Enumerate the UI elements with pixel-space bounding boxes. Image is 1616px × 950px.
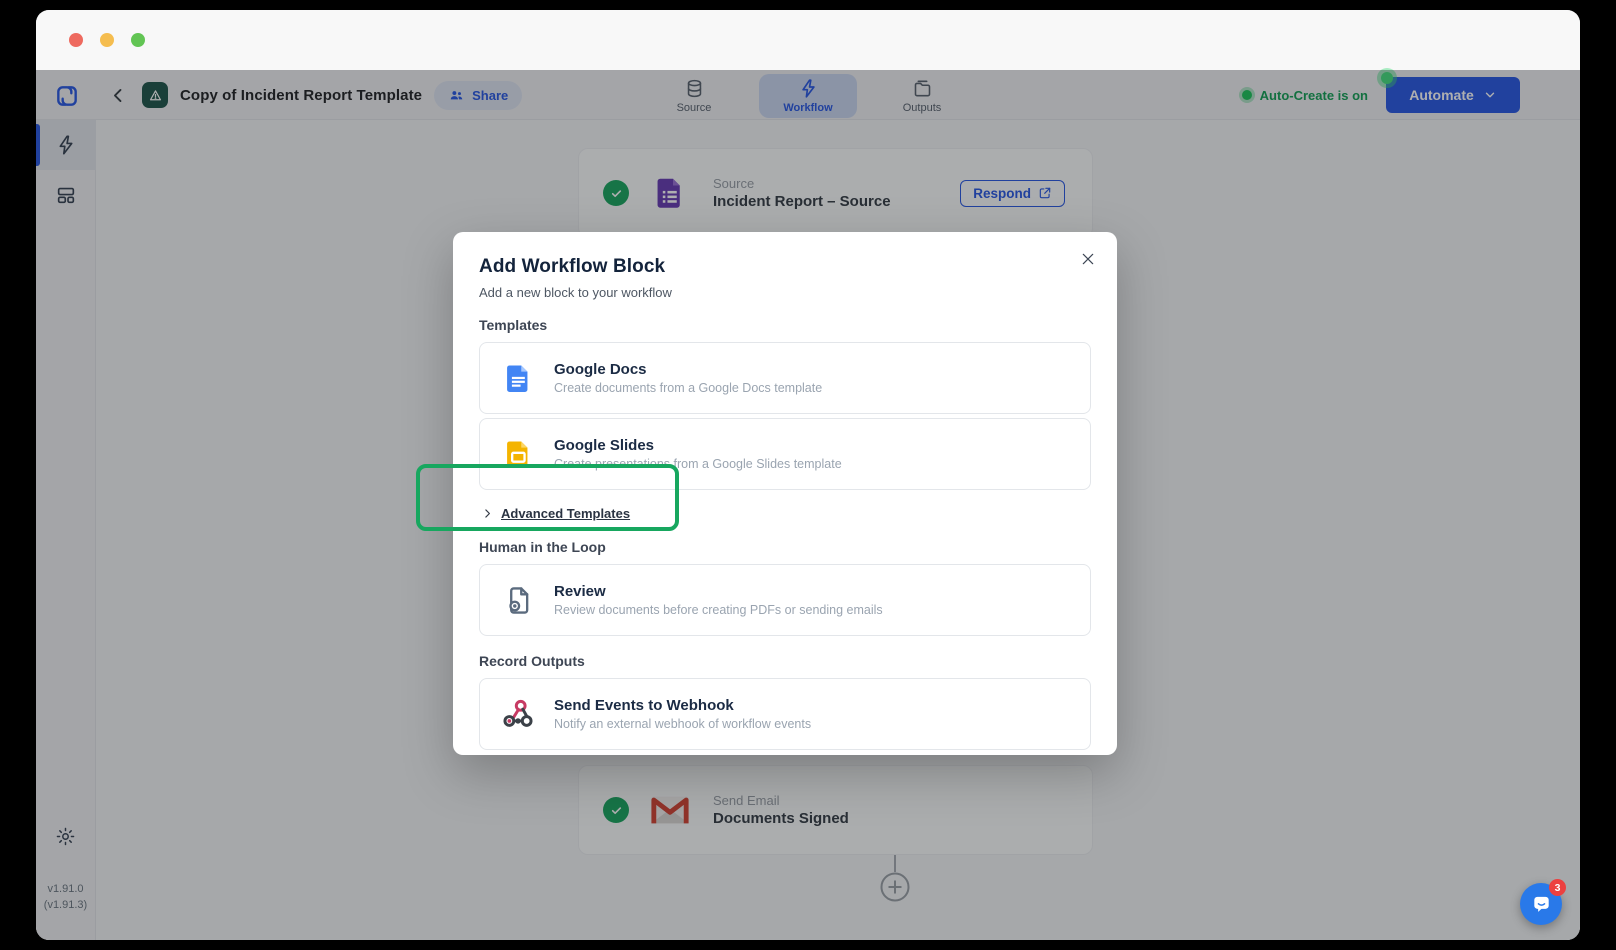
window-controls — [69, 33, 145, 47]
card-title: Google Docs — [554, 361, 822, 378]
card-title: Send Events to Webhook — [554, 697, 811, 714]
google-docs-icon — [500, 362, 536, 395]
card-description: Notify an external webhook of workflow e… — [554, 717, 811, 731]
card-text: Google Docs Create documents from a Goog… — [554, 361, 822, 395]
card-text: Google Slides Create presentations from … — [554, 437, 842, 471]
review-icon — [500, 584, 536, 617]
chat-launcher-button[interactable]: 3 — [1520, 883, 1562, 925]
close-icon[interactable] — [1077, 248, 1099, 270]
chevron-right-icon — [481, 507, 494, 520]
card-review[interactable]: Review Review documents before creating … — [479, 564, 1091, 636]
template-card-google-slides[interactable]: Google Slides Create presentations from … — [479, 418, 1091, 490]
card-title: Google Slides — [554, 437, 842, 454]
add-workflow-block-modal: Add Workflow Block Add a new block to yo… — [453, 232, 1117, 755]
chat-bubble-icon — [1530, 893, 1553, 916]
modal-title: Add Workflow Block — [479, 256, 1091, 278]
card-send-events-webhook[interactable]: Send Events to Webhook Notify an externa… — [479, 678, 1091, 750]
chat-unread-badge: 3 — [1549, 879, 1566, 896]
card-text: Review Review documents before creating … — [554, 583, 883, 617]
section-heading-templates: Templates — [479, 317, 1091, 333]
modal-subtitle: Add a new block to your workflow — [479, 285, 1091, 300]
card-description: Create presentations from a Google Slide… — [554, 457, 842, 471]
advanced-templates-link[interactable]: Advanced Templates — [479, 502, 1091, 524]
card-description: Review documents before creating PDFs or… — [554, 603, 883, 617]
section-heading-human-in-the-loop: Human in the Loop — [479, 539, 1091, 555]
app-window: Copy of Incident Report Template Share — [36, 10, 1580, 940]
card-title: Review — [554, 583, 883, 600]
template-card-google-docs[interactable]: Google Docs Create documents from a Goog… — [479, 342, 1091, 414]
section-heading-record-outputs: Record Outputs — [479, 653, 1091, 669]
screenshot-stage: Copy of Incident Report Template Share — [0, 0, 1616, 950]
titlebar — [36, 10, 1580, 70]
advanced-templates-label: Advanced Templates — [501, 506, 630, 521]
card-description: Create documents from a Google Docs temp… — [554, 381, 822, 395]
close-window-button[interactable] — [69, 33, 83, 47]
card-text: Send Events to Webhook Notify an externa… — [554, 697, 811, 731]
zoom-window-button[interactable] — [131, 33, 145, 47]
minimize-window-button[interactable] — [100, 33, 114, 47]
google-slides-icon — [500, 438, 536, 471]
webhook-icon — [500, 697, 536, 731]
